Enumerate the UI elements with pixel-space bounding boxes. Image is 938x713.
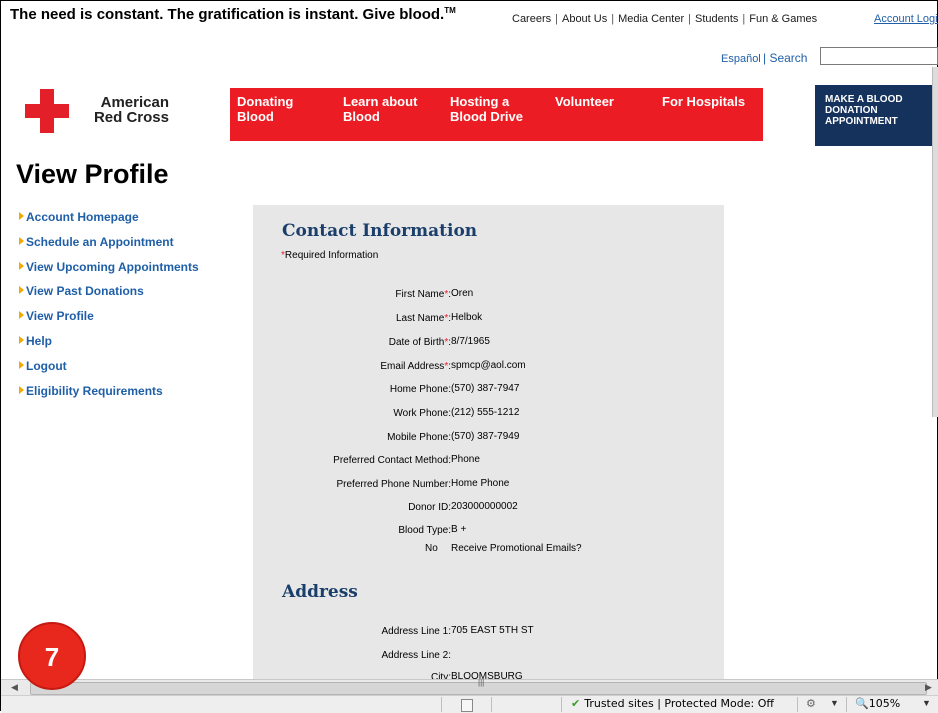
security-zone[interactable]: ✔ Trusted sites | Protected Mode: Off: [571, 697, 774, 712]
espanol-link[interactable]: Español: [721, 53, 761, 65]
red-cross-icon: [25, 89, 69, 133]
address-heading: Address: [282, 582, 358, 602]
check-icon: ✔: [571, 697, 581, 710]
top-link-students[interactable]: Students: [695, 13, 738, 25]
sidebar-item-account-homepage[interactable]: Account Homepage: [19, 210, 199, 235]
status-bar: ✔ Trusted sites | Protected Mode: Off ⚙ ▼…: [1, 695, 938, 713]
sidebar-item-upcoming-appointments[interactable]: View Upcoming Appointments: [19, 260, 199, 285]
page-icon: [461, 699, 473, 712]
contact-field-value: 203000000002: [451, 501, 518, 512]
nav-volunteer[interactable]: Volunteer: [555, 94, 614, 109]
zoom-dropdown-icon[interactable]: ▼: [922, 698, 931, 708]
contact-field-value: B +: [451, 524, 467, 535]
nav-for-hospitals[interactable]: For Hospitals: [662, 94, 745, 109]
scroll-right-icon[interactable]: ▶: [925, 682, 932, 693]
contact-field-value: Helbok: [451, 312, 483, 323]
nav-donating-blood[interactable]: Donating Blood: [237, 94, 293, 124]
account-login-link[interactable]: Account Login: [874, 13, 938, 25]
contact-field-value: Home Phone: [451, 478, 510, 489]
arrow-icon: [19, 236, 24, 245]
contact-field-value: Phone: [451, 454, 480, 465]
search-link[interactable]: | Search: [763, 51, 807, 65]
contact-field-value: (570) 387-7947: [451, 383, 520, 394]
contact-field-label: Mobile Phone:: [387, 432, 451, 443]
page-title: View Profile: [16, 159, 169, 189]
security-settings-icon[interactable]: ⚙: [806, 697, 816, 710]
sidebar-item-schedule-appointment[interactable]: Schedule an Appointment: [19, 235, 199, 260]
search-input[interactable]: [820, 47, 938, 65]
contact-field-value: 8/7/1965: [451, 336, 490, 347]
logo-text: American Red Cross: [93, 94, 169, 126]
arrow-icon: [19, 212, 24, 220]
contact-field-label: First Name*:: [395, 289, 451, 300]
contact-info-heading: Contact Information: [282, 221, 478, 241]
top-link-careers[interactable]: Careers: [512, 13, 551, 25]
contact-field-value: (212) 555-1212: [451, 407, 520, 418]
profile-panel: [253, 205, 724, 685]
zoom-level[interactable]: 🔍105%: [855, 697, 900, 710]
contact-field-label: Blood Type:: [398, 525, 451, 536]
vertical-scrollbar[interactable]: [932, 67, 938, 417]
top-link-media-center[interactable]: Media Center: [618, 13, 684, 25]
horizontal-scrollbar[interactable]: ◀ ||| ▶: [1, 678, 938, 696]
nav-hosting-blood-drive[interactable]: Hosting a Blood Drive: [450, 94, 523, 124]
contact-field-label: Email Address*:: [380, 361, 451, 372]
address-field-value: 705 EAST 5TH ST: [451, 625, 534, 636]
contact-field-label: Work Phone:: [393, 408, 451, 419]
top-links: Careers | About Us | Media Center | Students | F…: [512, 13, 818, 25]
scroll-left-icon[interactable]: ◀: [11, 682, 18, 693]
make-appointment-button[interactable]: MAKE A BLOOD DONATION APPOINTMENT: [815, 85, 938, 146]
contact-field-label: Donor ID:: [408, 502, 451, 513]
promo-email-label: Receive Promotional Emails?: [451, 543, 582, 554]
arrow-icon: [19, 261, 24, 270]
step-number-badge: 7: [18, 622, 86, 690]
contact-field-value: spmcp@aol.com: [451, 360, 526, 371]
contact-field-value: Oren: [451, 288, 474, 299]
contact-field-label: Preferred Phone Number:: [336, 479, 451, 490]
contact-field-label: Date of Birth*:: [388, 337, 451, 348]
contact-field-label: Preferred Contact Method:: [333, 455, 451, 466]
tagline: The need is constant. The gratification …: [10, 6, 456, 23]
nav-learn-about-blood[interactable]: Learn about Blood: [343, 94, 417, 124]
promo-email-value: No: [425, 543, 438, 554]
grip-icon: |||: [478, 678, 485, 687]
contact-field-label: Last Name*:: [395, 313, 451, 324]
contact-field-value: (570) 387-7949: [451, 431, 520, 442]
required-note: *Required Information: [281, 250, 379, 261]
trademark: TM: [444, 6, 456, 15]
contact-field-label: Home Phone:: [389, 384, 451, 395]
main-nav: Donating Blood Learn about Blood Hosting a…: [230, 88, 763, 141]
top-link-about-us[interactable]: About Us: [562, 13, 607, 25]
chevron-down-icon[interactable]: ▼: [830, 698, 839, 708]
sidebar-nav: Account Homepage Schedule an Appointment…: [19, 210, 199, 408]
top-link-fun-games[interactable]: Fun & Games: [749, 13, 817, 25]
